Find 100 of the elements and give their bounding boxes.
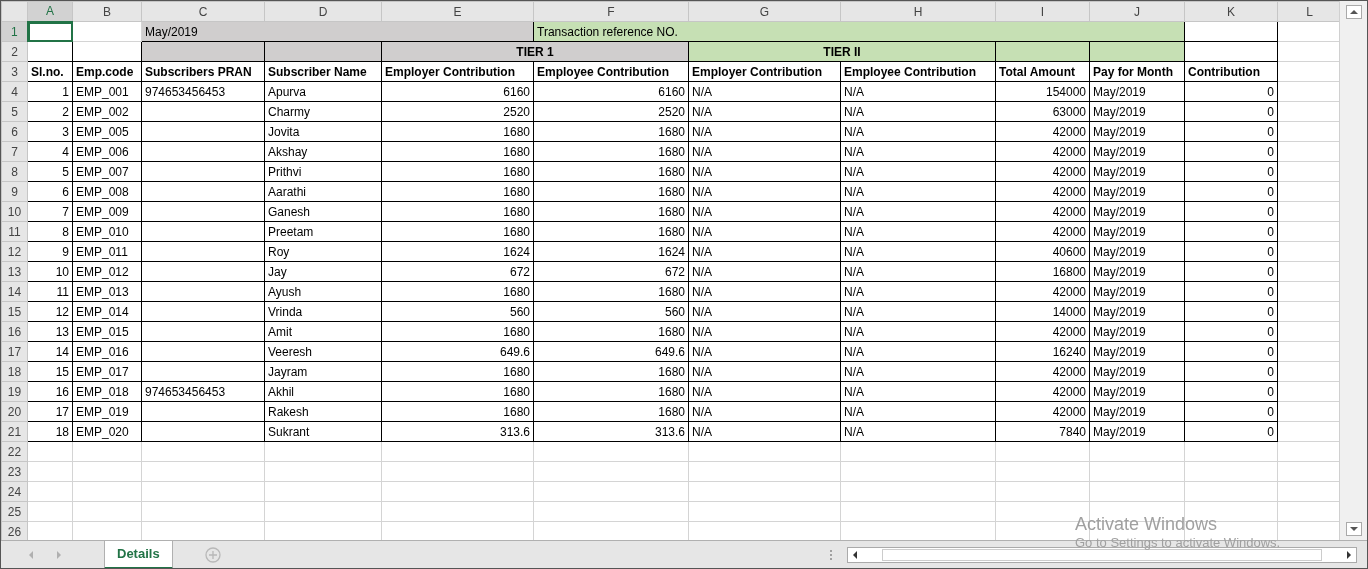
scroll-down-icon[interactable] [1345,522,1362,536]
column-header[interactable]: L [1277,1,1340,22]
row-header[interactable]: 2 [1,41,28,62]
column-header[interactable]: G [688,1,841,22]
table-cell: May/2019 [1089,81,1185,102]
table-cell: EMP_009 [72,201,142,222]
previous-sheet-icon[interactable] [27,550,35,560]
table-cell: N/A [840,381,996,402]
table-cell: May/2019 [1089,201,1185,222]
row-header[interactable]: 9 [1,181,28,202]
table-cell: N/A [688,381,841,402]
table-cell: EMP_002 [72,101,142,122]
scroll-up-icon[interactable] [1345,5,1362,19]
row-header[interactable]: 23 [1,461,28,482]
table-cell: May/2019 [1089,161,1185,182]
row-header[interactable]: 25 [1,501,28,522]
table-cell: N/A [688,281,841,302]
table-cell: N/A [840,401,996,422]
table-cell: N/A [688,241,841,262]
row-header[interactable]: 1 [1,21,28,42]
table-cell: N/A [688,361,841,382]
column-header[interactable]: B [72,1,142,22]
table-cell: N/A [840,161,996,182]
row-header[interactable]: 11 [1,221,28,242]
table-cell: 0 [1184,121,1278,142]
row-header[interactable]: 18 [1,361,28,382]
table-cell: EMP_013 [72,281,142,302]
row-header[interactable]: 6 [1,121,28,142]
table-cell: EMP_012 [72,261,142,282]
row-header[interactable]: 10 [1,201,28,222]
table-cell: 42000 [995,141,1090,162]
row-header[interactable]: 16 [1,321,28,342]
table-cell: Preetam [264,221,382,242]
table-cell: May/2019 [1089,341,1185,362]
column-heading: Subscriber Name [264,61,382,82]
table-cell: 42000 [995,361,1090,382]
table-cell: 16240 [995,341,1090,362]
table-cell: EMP_014 [72,301,142,322]
row-header[interactable]: 19 [1,381,28,402]
table-cell: EMP_007 [72,161,142,182]
column-header[interactable]: I [995,1,1090,22]
scroll-thumb[interactable] [881,549,1322,561]
column-header[interactable]: C [141,1,265,22]
table-cell: N/A [840,421,996,442]
table-cell: 42000 [995,321,1090,342]
column-header[interactable]: E [381,1,534,22]
column-header[interactable]: A [27,1,73,22]
table-cell: 0 [1184,221,1278,242]
table-cell: 1680 [533,361,689,382]
row-header[interactable]: 20 [1,401,28,422]
next-sheet-icon[interactable] [55,550,63,560]
table-cell: 17 [27,401,73,422]
table-cell: May/2019 [1089,141,1185,162]
row-header[interactable]: 3 [1,61,28,82]
table-cell: 1680 [533,181,689,202]
table-cell: 42000 [995,121,1090,142]
row-header[interactable]: 5 [1,101,28,122]
table-cell: N/A [840,81,996,102]
row-header[interactable]: 14 [1,281,28,302]
table-cell: 7840 [995,421,1090,442]
column-header[interactable]: J [1089,1,1185,22]
table-cell: N/A [688,121,841,142]
table-cell: 1680 [381,281,534,302]
column-header[interactable]: H [840,1,996,22]
table-cell: 1680 [381,221,534,242]
vertical-scrollbar[interactable] [1339,1,1367,540]
column-heading: Subscribers PRAN [141,61,265,82]
table-cell: N/A [688,141,841,162]
row-header[interactable]: 21 [1,421,28,442]
sheet-tab[interactable]: Details [104,541,173,568]
column-header[interactable]: F [533,1,689,22]
row-header[interactable]: 7 [1,141,28,162]
row-header[interactable]: 22 [1,441,28,462]
row-header[interactable]: 8 [1,161,28,182]
table-cell: 2520 [533,101,689,122]
row-header[interactable]: 17 [1,341,28,362]
table-cell: 42000 [995,221,1090,242]
table-cell: Jovita [264,121,382,142]
table-cell: 1680 [533,221,689,242]
table-cell: 6 [27,181,73,202]
table-cell: 12 [27,301,73,322]
column-header[interactable]: D [264,1,382,22]
table-cell: 42000 [995,401,1090,422]
table-cell: 1680 [381,161,534,182]
column-heading: Employer Contribution [688,61,841,82]
table-cell: Jayram [264,361,382,382]
row-header[interactable]: 24 [1,481,28,502]
row-header[interactable]: 15 [1,301,28,322]
add-sheet-icon[interactable] [204,547,221,563]
row-header[interactable]: 4 [1,81,28,102]
row-header[interactable]: 13 [1,261,28,282]
activation-title: Activate Windows [1075,513,1219,535]
column-header[interactable]: K [1184,1,1278,22]
split-handle-icon[interactable] [828,549,833,561]
table-cell: 42000 [995,281,1090,302]
table-cell: EMP_017 [72,361,142,382]
table-cell: May/2019 [1089,221,1185,242]
table-cell: 0 [1184,401,1278,422]
table-cell: 313.6 [533,421,689,442]
row-header[interactable]: 12 [1,241,28,262]
